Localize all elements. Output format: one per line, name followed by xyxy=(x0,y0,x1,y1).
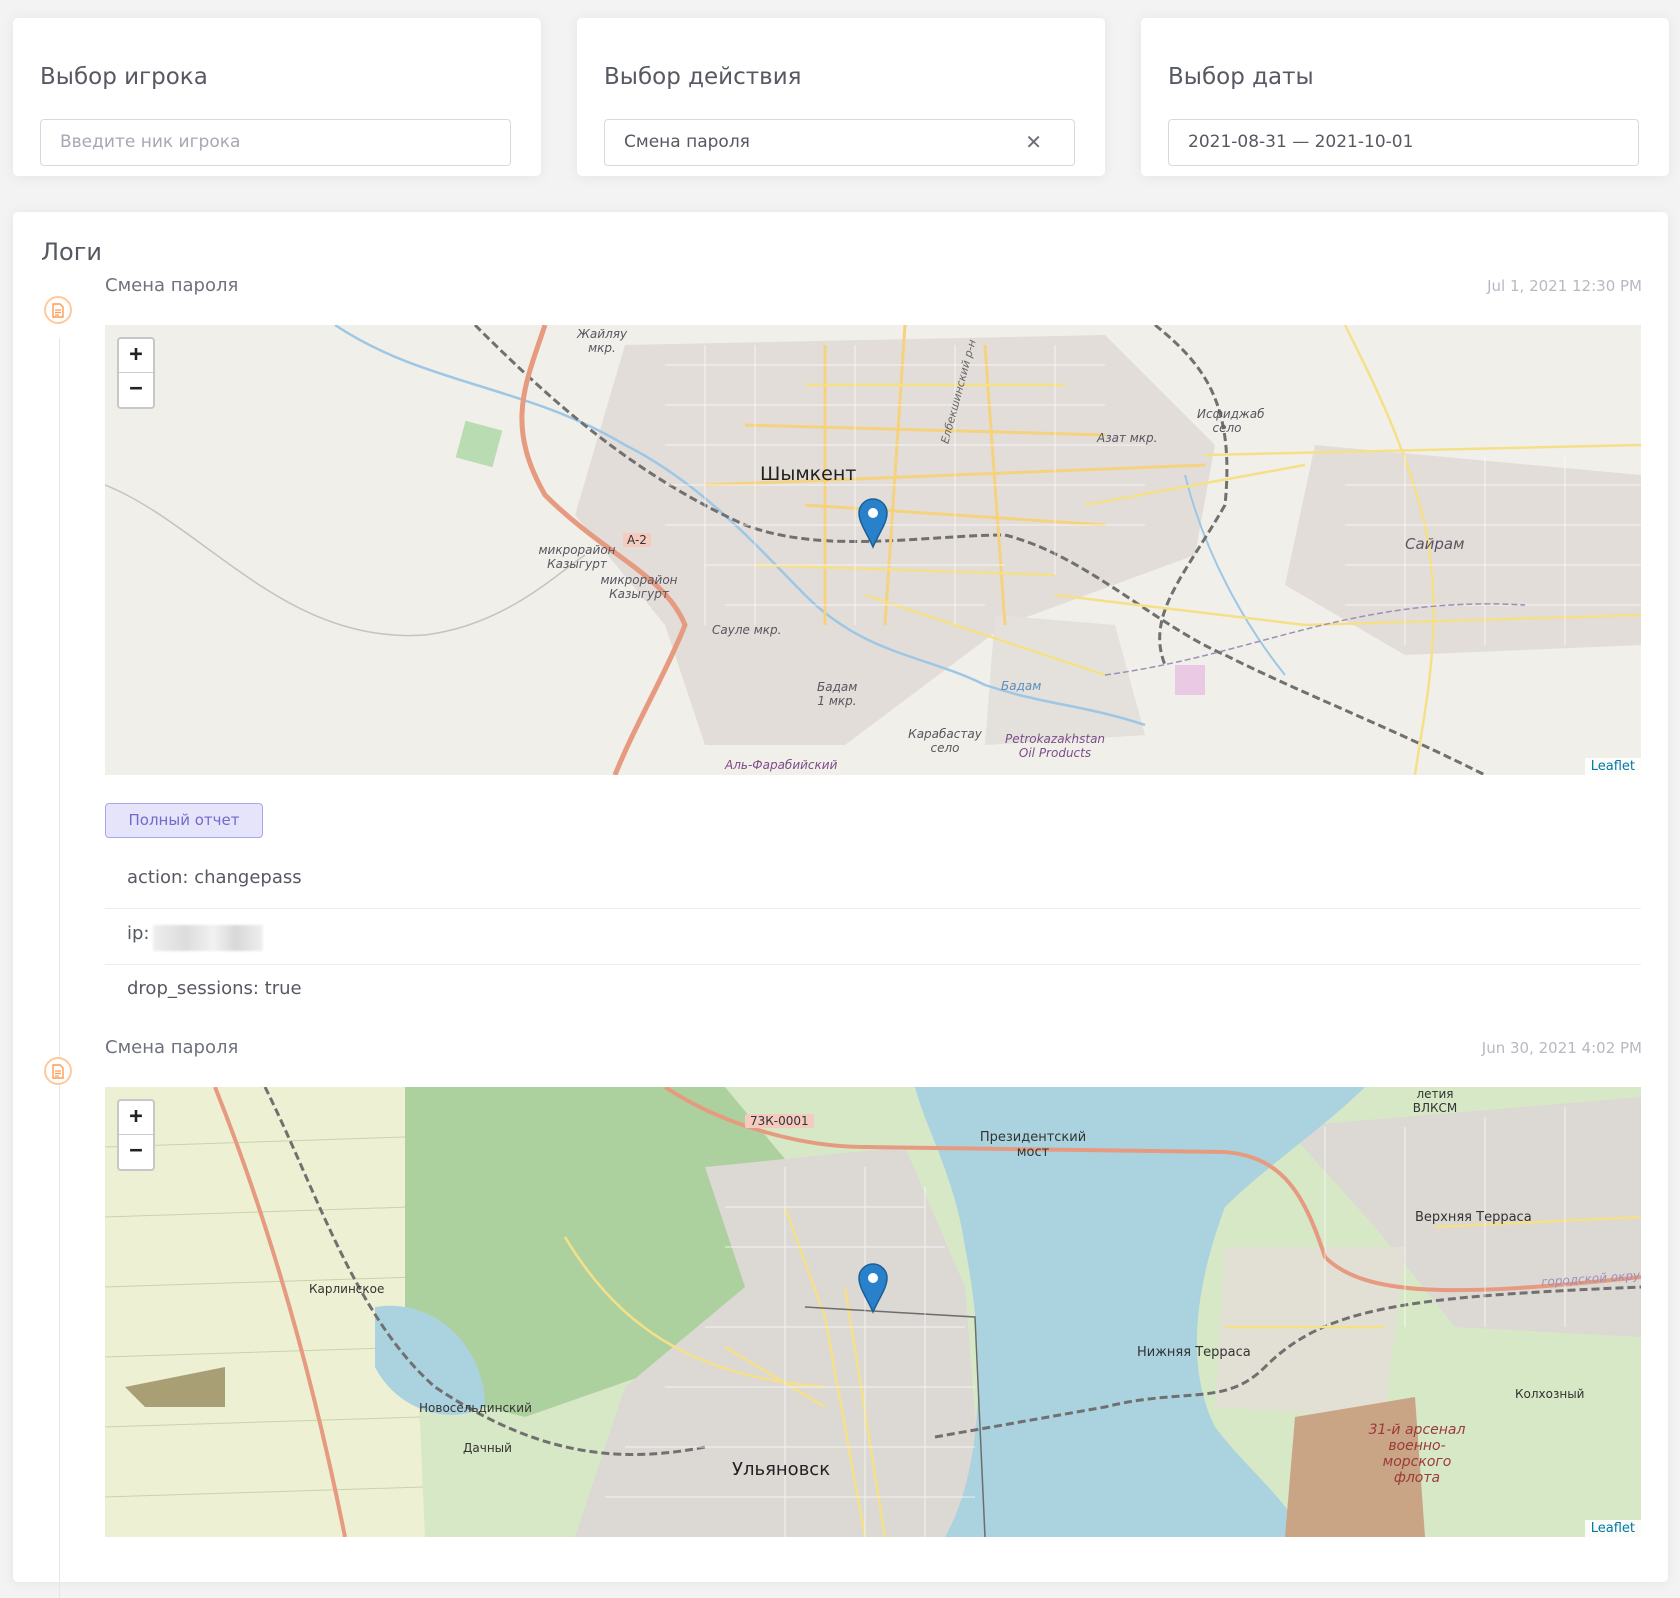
zoom-control: + − xyxy=(117,1099,155,1171)
log-prop-text: action: changepass xyxy=(127,867,302,888)
date-filter-title: Выбор даты xyxy=(1168,64,1314,90)
map-label: летия ВЛКСМ xyxy=(1412,1087,1458,1115)
map-label: Бадам xyxy=(1001,679,1042,693)
map-label: Карабастау село xyxy=(908,727,982,755)
map-city-label: Шымкент xyxy=(760,463,857,485)
logs-title: Логи xyxy=(41,238,102,266)
road-shield: A-2 xyxy=(623,533,651,547)
map-marker-icon[interactable] xyxy=(857,1262,889,1314)
log-entry-title: Смена пароля xyxy=(105,1037,239,1058)
map-label: Petrokazakhstan Oil Products xyxy=(1005,732,1106,760)
log-entry-time: Jul 1, 2021 12:30 PM xyxy=(1487,277,1642,295)
map-label: 31-й арсенал военно-морского флота xyxy=(1368,1422,1466,1486)
date-range-input[interactable]: 2021-08-31 — 2021-10-01 xyxy=(1168,119,1639,166)
action-select[interactable]: Смена пароля ✕ xyxy=(604,119,1075,166)
logs-card: Логи Смена пароля Jul 1, 2021 12:30 PM Ж… xyxy=(13,212,1668,1598)
timeline-line xyxy=(59,338,60,1598)
log-prop-text: drop_sessions: true xyxy=(127,978,302,999)
log-prop-row: drop_sessions: true xyxy=(105,964,1641,1019)
map-label: Новосельдинский xyxy=(419,1401,532,1415)
map-label: Дачный xyxy=(463,1441,512,1455)
player-filter-title: Выбор игрока xyxy=(40,64,208,90)
action-select-value: Смена пароля xyxy=(624,132,750,152)
map-label: Карлинское xyxy=(309,1282,385,1296)
log-entry-time: Jun 30, 2021 4:02 PM xyxy=(1481,1039,1642,1057)
map-label: Аль-Фарабийский xyxy=(725,758,838,772)
map-label: Азат мкр. xyxy=(1097,431,1158,445)
map-label: Президентский мост xyxy=(979,1130,1087,1160)
zoom-out-button[interactable]: − xyxy=(119,373,153,406)
log-prop-row: ip: xyxy=(105,909,1641,965)
map-attribution-link[interactable]: Leaflet xyxy=(1584,1520,1641,1537)
map-label: Нижняя Терраса xyxy=(1137,1345,1251,1360)
document-icon xyxy=(44,1057,72,1085)
road-shield: 73К-0001 xyxy=(745,1114,814,1128)
map-label: микрорайон Казыгурт xyxy=(538,543,616,571)
map-marker-icon[interactable] xyxy=(857,497,889,549)
map-label: Сауле мкр. xyxy=(712,623,782,637)
map-city-label: Ульяновск xyxy=(732,1459,831,1480)
map-label: Исфиджаб село xyxy=(1197,407,1265,435)
player-nick-input[interactable]: Введите ник игрока xyxy=(40,119,511,166)
zoom-in-button[interactable]: + xyxy=(119,339,153,373)
document-icon xyxy=(44,296,72,324)
redacted-ip xyxy=(153,925,263,951)
player-filter-card: Выбор игрока Введите ник игрока xyxy=(13,18,541,176)
zoom-out-button[interactable]: − xyxy=(119,1135,153,1168)
map-label: Бадам 1 мкр. xyxy=(817,680,858,708)
map-view[interactable]: Жайляу мкр. Шымкент Исфиджаб село Азат м… xyxy=(105,325,1641,775)
action-filter-card: Выбор действия Смена пароля ✕ xyxy=(577,18,1105,176)
log-prop-text: ip: xyxy=(127,923,150,944)
map-view[interactable]: 73К-0001 Президентский мост летия ВЛКСМ … xyxy=(105,1087,1641,1537)
zoom-control: + − xyxy=(117,337,155,409)
map-label: Верхняя Терраса xyxy=(1415,1210,1532,1225)
zoom-in-button[interactable]: + xyxy=(119,1101,153,1135)
map-label: Сайрам xyxy=(1405,535,1465,553)
map-label: микрорайон Казыгурт xyxy=(600,573,678,601)
log-prop-row: action: changepass xyxy=(105,853,1641,909)
full-report-button[interactable]: Полный отчет xyxy=(105,803,263,838)
action-filter-title: Выбор действия xyxy=(604,64,802,90)
map-label: Колхозный xyxy=(1515,1387,1585,1401)
date-filter-card: Выбор даты 2021-08-31 — 2021-10-01 xyxy=(1141,18,1669,176)
log-entry-title: Смена пароля xyxy=(105,275,239,296)
close-icon[interactable]: ✕ xyxy=(1025,120,1042,165)
map-attribution-link[interactable]: Leaflet xyxy=(1584,758,1641,775)
map-label: Жайляу мкр. xyxy=(577,327,628,355)
